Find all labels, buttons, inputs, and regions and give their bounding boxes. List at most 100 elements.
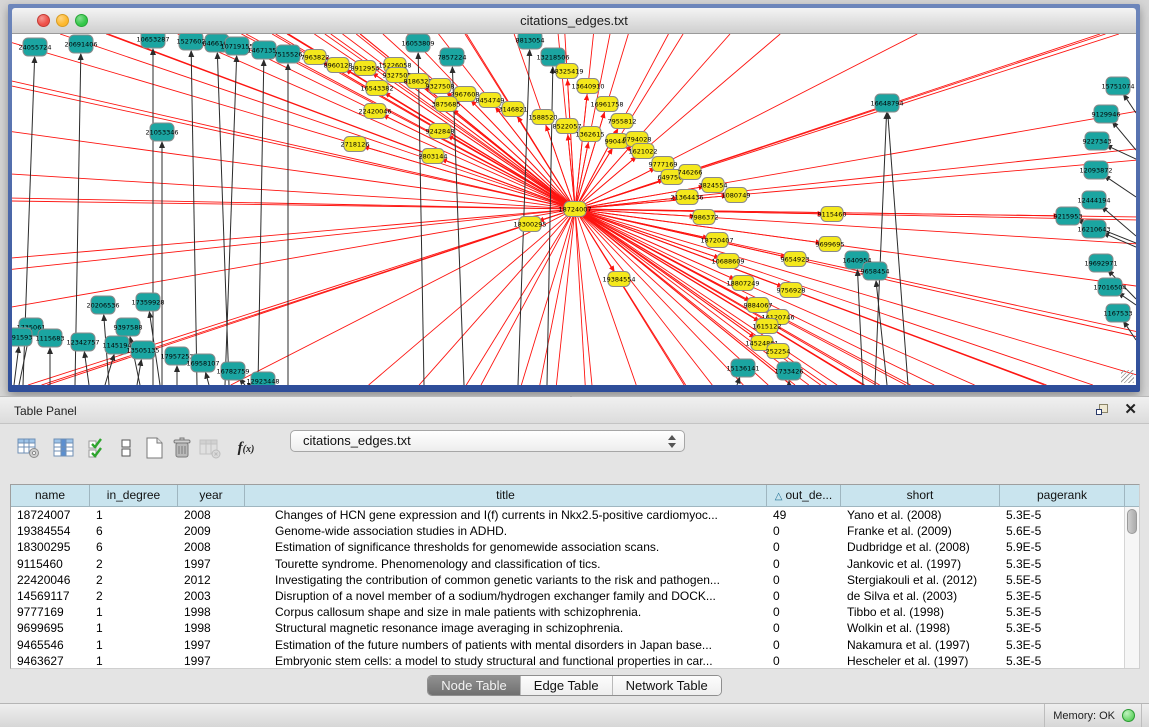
graph-node[interactable]: 3146821 xyxy=(499,102,528,117)
graph-node[interactable]: 12444194 xyxy=(1077,191,1110,209)
table-row[interactable]: 969969511998Structural magnetic resonanc… xyxy=(11,620,1139,636)
graph-node[interactable]: 15136141 xyxy=(726,359,759,377)
select-rows-icon[interactable] xyxy=(84,434,112,462)
graph-node[interactable]: 746266 xyxy=(678,165,703,180)
graph-node[interactable]: 9227343 xyxy=(1083,132,1112,150)
graph-node[interactable]: 3875685 xyxy=(432,97,461,112)
graph-node[interactable]: 9699695 xyxy=(816,237,845,252)
table-row[interactable]: 911546021997Tourette syndrome. Phenomeno… xyxy=(11,556,1139,572)
table-row[interactable]: 977716911998Corpus callosum shape and si… xyxy=(11,604,1139,620)
column-header-year[interactable]: year xyxy=(178,485,245,506)
graph-node[interactable]: 16648794 xyxy=(870,94,903,112)
tab-network-table[interactable]: Network Table xyxy=(613,676,721,695)
svg-text:3875685: 3875685 xyxy=(432,100,461,108)
graph-node[interactable]: 391593 xyxy=(12,328,32,346)
table-settings-icon[interactable] xyxy=(14,434,42,462)
float-panel-icon[interactable] xyxy=(1096,404,1109,417)
graph-node[interactable]: 16782759 xyxy=(216,362,249,380)
graph-node[interactable]: 17359928 xyxy=(131,293,164,311)
table-row[interactable]: 2242004622012Investigating the contribut… xyxy=(11,572,1139,588)
graph-node[interactable]: 1115683 xyxy=(36,329,65,347)
graph-node[interactable]: 9658454 xyxy=(861,262,890,280)
graph-node[interactable]: 21053346 xyxy=(145,123,178,141)
window-resize-grip[interactable] xyxy=(1121,370,1134,383)
table-cell: 1 xyxy=(90,620,178,636)
column-header-in_degree[interactable]: in_degree xyxy=(90,485,178,506)
graph-node[interactable]: 12923448 xyxy=(246,372,279,385)
graph-node[interactable]: 15751074 xyxy=(1101,77,1134,95)
svg-text:3146821: 3146821 xyxy=(499,105,528,113)
graph-node[interactable]: 13640910 xyxy=(571,79,604,94)
function-builder-icon[interactable]: f(x) xyxy=(232,434,260,462)
graph-node[interactable]: 1362615 xyxy=(576,127,605,142)
graph-node[interactable]: 16961758 xyxy=(590,97,623,112)
column-header-title[interactable]: title xyxy=(245,485,767,506)
network-canvas[interactable]: 2405572420691406106532871527602646616010… xyxy=(12,34,1136,385)
graph-node[interactable]: 7986372 xyxy=(690,210,719,225)
graph-node[interactable]: 7857224 xyxy=(438,48,467,66)
graph-node[interactable]: 16053809 xyxy=(401,34,434,52)
graph-node[interactable]: 20691406 xyxy=(64,35,97,53)
tab-edge-table[interactable]: Edge Table xyxy=(521,676,613,695)
graph-node[interactable]: 19692971 xyxy=(1084,254,1117,272)
graph-node[interactable]: 8960128 xyxy=(324,58,353,73)
graph-node[interactable]: 9397588 xyxy=(114,318,143,336)
table-cell: 2003 xyxy=(178,588,245,604)
graph-node[interactable]: 2803144 xyxy=(419,149,448,164)
column-header-pagerank[interactable]: pagerank xyxy=(1000,485,1125,506)
table-row[interactable]: 1456911722003Disruption of a novel membe… xyxy=(11,588,1139,604)
column-header-out_de[interactable]: △out_de... xyxy=(767,485,841,506)
graph-node[interactable]: 9756928 xyxy=(777,283,806,298)
graph-node[interactable]: 16543382 xyxy=(360,81,393,96)
delete-table-icon[interactable] xyxy=(168,434,196,462)
graph-node[interactable]: 16958107 xyxy=(186,354,219,372)
close-panel-icon[interactable]: ✕ xyxy=(1124,401,1137,419)
graph-node[interactable]: 16210643 xyxy=(1077,220,1110,238)
graph-node[interactable]: 17016504 xyxy=(1093,278,1126,296)
table-row[interactable]: 1872400712008Changes of HCN gene express… xyxy=(11,507,1139,523)
table-selector-dropdown[interactable]: citations_edges.txt xyxy=(290,430,685,452)
graph-node[interactable]: 9129946 xyxy=(1092,105,1121,123)
graph-node[interactable]: 1615122 xyxy=(753,319,782,334)
table-row[interactable]: 946362711997Embryonic stem cells: a mode… xyxy=(11,653,1139,669)
graph-node[interactable]: 12093872 xyxy=(1079,161,1112,179)
graph-node[interactable]: 19384554 xyxy=(602,272,635,287)
graph-node[interactable]: 9242848 xyxy=(426,124,455,139)
graph-node[interactable]: 10653287 xyxy=(136,34,169,48)
table-row[interactable]: 1938455462009Genome-wide association stu… xyxy=(11,523,1139,539)
row-height-icon[interactable] xyxy=(112,434,140,462)
graph-node[interactable]: 1167533 xyxy=(1104,304,1133,322)
graph-node[interactable]: 7955812 xyxy=(608,114,637,129)
graph-node[interactable]: 13505135 xyxy=(126,341,159,359)
graph-node[interactable]: 2718126 xyxy=(341,137,370,152)
table-row[interactable]: 946554611997Estimation of the future num… xyxy=(11,637,1139,653)
graph-node[interactable]: 9884067 xyxy=(744,298,773,313)
graph-node[interactable]: 1733426 xyxy=(775,362,804,380)
scrollbar-thumb[interactable] xyxy=(1127,509,1137,534)
graph-node[interactable]: 10688609 xyxy=(711,254,744,269)
graph-node[interactable]: 3824554 xyxy=(699,178,728,193)
graph-node[interactable]: 18720407 xyxy=(700,233,733,248)
table-row[interactable]: 1830029562008Estimation of significance … xyxy=(11,539,1139,555)
graph-node[interactable]: 9654923 xyxy=(781,252,810,267)
graph-node[interactable]: 8813054 xyxy=(516,34,545,49)
graph-node[interactable]: 8912954 xyxy=(351,61,380,76)
show-columns-icon[interactable] xyxy=(50,434,78,462)
column-header-name[interactable]: name xyxy=(11,485,90,506)
graph-node[interactable]: 1080749 xyxy=(722,188,751,203)
graph-node[interactable]: 1527602 xyxy=(177,34,206,50)
graph-node[interactable]: 252254 xyxy=(766,344,791,359)
tab-node-table[interactable]: Node Table xyxy=(428,676,521,695)
window-titlebar[interactable]: citations_edges.txt xyxy=(12,8,1136,34)
graph-node[interactable]: 20206536 xyxy=(86,296,119,314)
column-header-short[interactable]: short xyxy=(841,485,1000,506)
vertical-scrollbar[interactable] xyxy=(1124,507,1139,668)
graph-node[interactable]: 12342757 xyxy=(66,333,99,351)
table-cell: Dudbridge et al. (2008) xyxy=(841,539,1000,555)
graph-node[interactable]: 24055724 xyxy=(18,38,51,56)
new-table-icon[interactable] xyxy=(140,434,168,462)
graph-node[interactable]: 7515526 xyxy=(274,45,303,63)
graph-node[interactable]: 1621022 xyxy=(629,144,658,159)
graph-node[interactable]: 9215953 xyxy=(1054,207,1083,225)
graph-node[interactable]: 9115460 xyxy=(818,207,847,222)
